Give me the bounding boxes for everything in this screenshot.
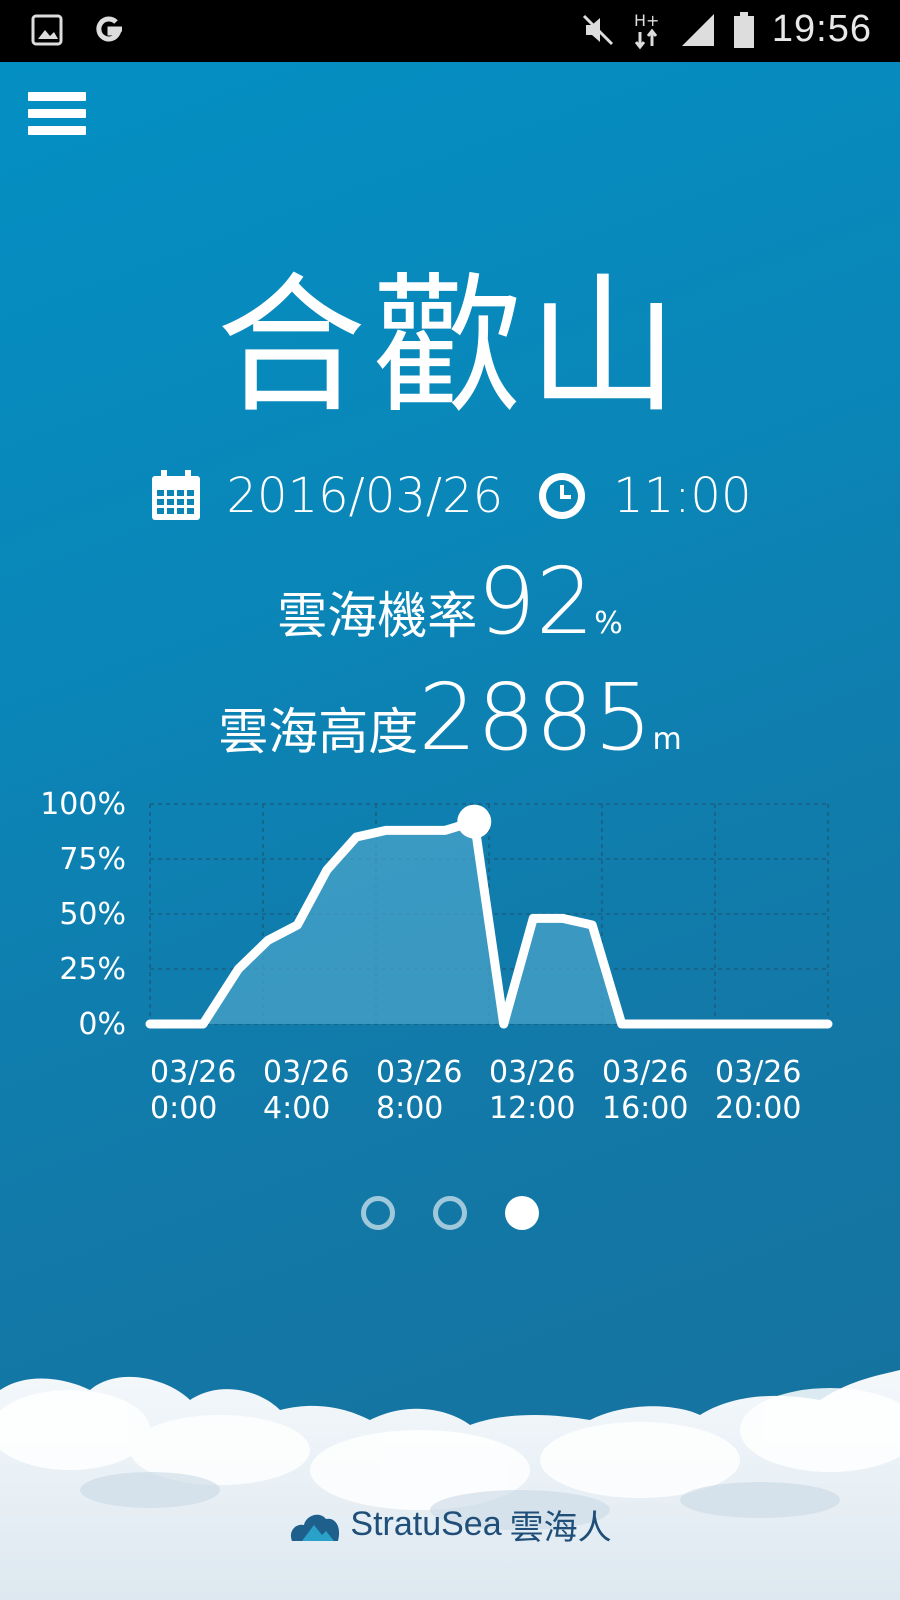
brand-name-cn: 雲海人 [509,1509,612,1547]
y-tick-label: 25% [59,952,126,987]
height-label: 雲海高度 [218,703,419,761]
x-tick-label: 03/26 [489,1055,575,1090]
forecast-datetime: 2016/03/26 11:00 [0,468,900,524]
menu-icon[interactable] [28,92,86,140]
calendar-icon [151,470,200,520]
status-bar: H+ 19:56 [0,0,900,62]
location-title: 合歡山 [215,260,684,434]
cloud-sea-height: 雲海高度2885m [0,664,900,771]
y-tick-label: 50% [59,897,126,932]
x-tick-label: 03/26 [376,1055,462,1090]
height-value: 2885 [418,664,653,771]
page-dot-3-active[interactable] [505,1196,539,1230]
x-tick-label: 03/26 [602,1055,688,1090]
forecast-time: 11:00 [613,468,752,524]
google-icon [96,16,122,42]
probability-value: 92 [477,548,595,655]
clock-icon [539,473,586,519]
x-tick-label: 8:00 [376,1091,443,1126]
cloud-background-image [0,1370,900,1600]
x-tick-label: 4:00 [263,1091,330,1126]
probability-chart[interactable]: 100%75%50%25%0%03/260:0003/264:0003/268:… [0,770,900,1150]
highlight-point [457,804,492,839]
x-tick-label: 0:00 [150,1091,217,1126]
signal-icon [681,13,714,46]
gallery-icon [31,14,63,46]
battery-icon [733,11,754,48]
brand-name: StratuSea [350,1505,502,1543]
page-dot-1[interactable] [361,1196,395,1230]
cloud-mountain-logo-icon [291,1514,340,1541]
clock-time: 19:56 [771,8,872,50]
forecast-date: 2016/03/26 [226,468,504,524]
x-tick-label: 03/26 [263,1055,349,1090]
cloud-sea-probability: 雲海機率92% [0,548,900,655]
y-tick-label: 100% [40,787,126,822]
x-tick-label: 16:00 [602,1091,688,1126]
probability-unit: % [594,606,623,641]
x-tick-label: 03/26 [715,1055,801,1090]
app-branding: StratuSea 雲海人 [0,1500,900,1549]
y-tick-label: 0% [78,1007,126,1042]
hplus-data-icon: H+ [634,11,659,49]
height-unit: m [652,722,682,757]
page-indicator [0,1196,900,1230]
svg-text:H+: H+ [634,11,659,30]
x-tick-label: 03/26 [150,1055,236,1090]
x-tick-label: 12:00 [489,1091,575,1126]
probability-label: 雲海機率 [277,587,478,645]
mute-icon [582,14,613,45]
y-tick-label: 75% [59,842,126,877]
page-dot-2[interactable] [433,1196,467,1230]
x-tick-label: 20:00 [715,1091,801,1126]
